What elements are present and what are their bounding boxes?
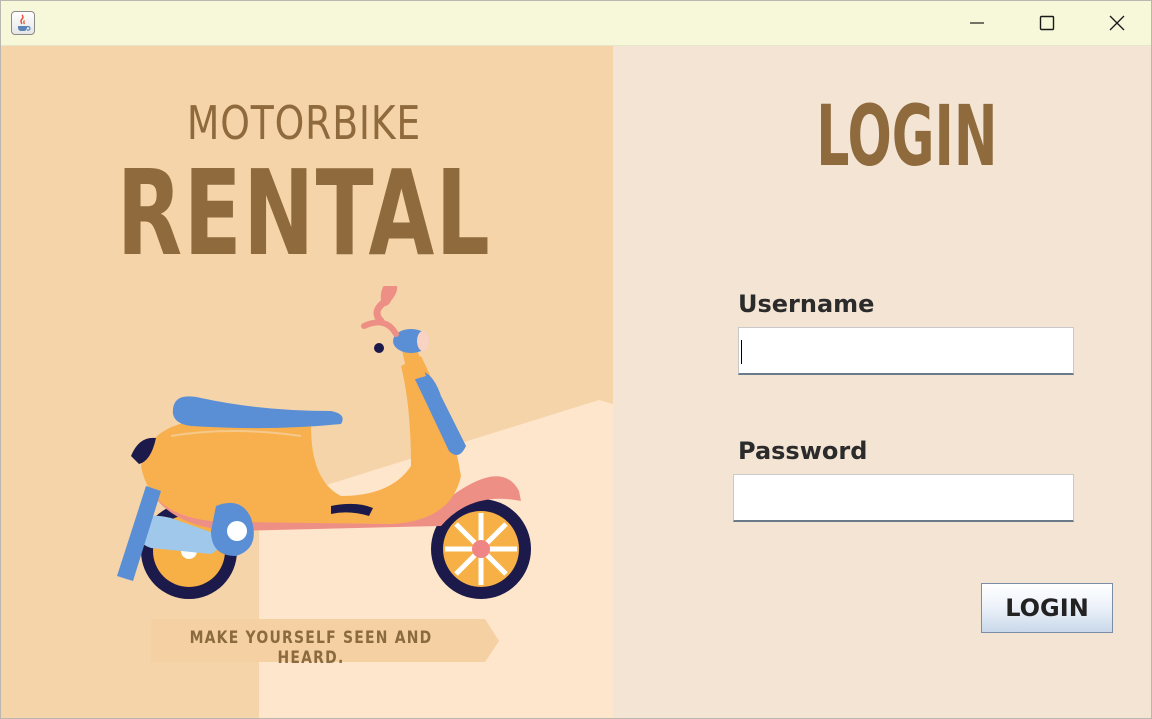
- title-bar: [1, 1, 1151, 46]
- promo-tagline: MAKE YOURSELF SEEN AND HEARD.: [189, 628, 433, 668]
- login-button[interactable]: LOGIN: [981, 583, 1113, 633]
- promo-panel: MOTORBIKE RENTAL MAKE YOURSELF SEEN AND …: [1, 46, 613, 718]
- java-app-icon[interactable]: [11, 11, 35, 35]
- minimize-button[interactable]: [942, 1, 1012, 45]
- login-window: MOTORBIKE RENTAL MAKE YOURSELF SEEN AND …: [0, 0, 1152, 719]
- tagline-ribbon: [151, 619, 499, 662]
- username-field[interactable]: [738, 327, 1074, 375]
- maximize-icon: [1039, 15, 1055, 31]
- login-panel: LOGIN Username Password LOGIN: [613, 46, 1151, 718]
- maximize-button[interactable]: [1012, 1, 1082, 45]
- login-heading: LOGIN: [816, 87, 998, 185]
- password-field[interactable]: [733, 474, 1074, 522]
- text-caret: [741, 340, 742, 364]
- close-icon: [1109, 15, 1125, 31]
- minimize-icon: [970, 22, 984, 24]
- username-label: Username: [738, 290, 875, 318]
- close-button[interactable]: [1082, 1, 1151, 45]
- password-label: Password: [738, 437, 868, 465]
